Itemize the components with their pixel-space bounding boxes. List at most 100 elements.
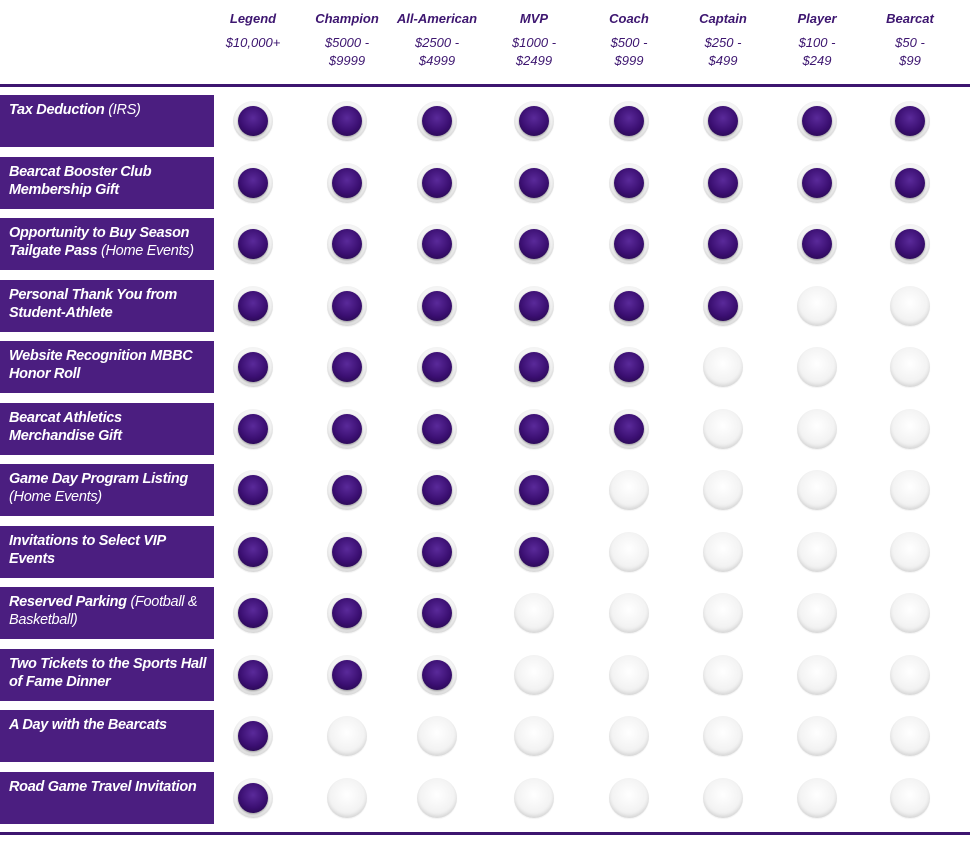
filled-dot-icon [238,598,268,628]
tier-price-range: $50 - $99 [895,35,925,68]
not-included-dot-icon [890,531,930,572]
included-dot-icon [233,285,273,326]
filled-dot-icon [519,106,549,136]
included-dot-icon [417,654,457,695]
included-dot-icon [609,408,649,449]
filled-dot-icon [895,167,925,198]
benefit-row: Tax Deduction (IRS) [0,95,970,147]
included-dot-icon [233,654,273,695]
not-included-dot-icon [609,531,649,572]
not-included-dot-icon [703,716,743,756]
filled-dot-icon [422,167,452,198]
filled-dot-icon [332,229,362,259]
filled-dot-icon [519,413,549,444]
included-dot-icon [327,408,367,449]
benefit-row: Invitations to Select VIP Events [0,525,970,578]
included-dot-icon [514,224,554,264]
filled-dot-icon [422,229,452,259]
benefit-row: Bearcat Booster Club Membership Gift [0,156,970,209]
benefit-label: Game Day Program Listing (Home Events) [0,464,214,516]
included-dot-icon [609,101,649,141]
included-dot-icon [327,285,367,326]
filled-dot-icon [238,352,268,382]
filled-dot-icon [614,106,644,136]
filled-dot-icon [332,598,362,628]
not-included-dot-icon [890,654,930,695]
not-included-dot-icon [797,777,837,818]
filled-dot-icon [238,290,268,321]
benefit-row: Road Game Travel Invitation [0,771,970,824]
filled-dot-icon [238,536,268,567]
filled-dot-icon [332,413,362,444]
filled-dot-icon [519,229,549,259]
benefit-title: Bearcat Booster Club Membership Gift [9,163,152,198]
not-included-dot-icon [609,470,649,510]
tier-column-header: Champion $5000 - $9999 [297,10,397,70]
benefit-title: Game Day Program Listing [9,471,188,487]
included-dot-icon [703,285,743,326]
filled-dot-icon [614,229,644,259]
not-included-dot-icon [609,777,649,818]
included-dot-icon [233,162,273,203]
benefit-title: Road Game Travel Invitation [9,778,197,795]
filled-dot-icon [238,659,268,690]
not-included-dot-icon [703,408,743,449]
not-included-dot-icon [327,716,367,756]
tier-name: Legend [229,11,277,26]
benefit-note: (IRS) [108,102,141,118]
included-dot-icon [890,162,930,203]
not-included-dot-icon [327,777,367,818]
benefit-row: Bearcat Athletics Merchandise Gift [0,402,970,455]
tier-name: Captain [699,11,747,26]
included-dot-icon [233,777,273,818]
benefit-label: A Day with the Bearcats [0,710,214,762]
filled-dot-icon [238,475,268,505]
included-dot-icon [327,470,367,510]
not-included-dot-icon [703,777,743,818]
benefit-title: Personal Thank You from Student-Athlete [9,286,177,321]
included-dot-icon [233,101,273,141]
filled-dot-icon [708,106,738,136]
not-included-dot-icon [797,408,837,449]
tier-price-range: $10,000+ [225,35,281,50]
filled-dot-icon [422,106,452,136]
included-dot-icon [233,224,273,264]
filled-dot-icon [238,721,268,751]
included-dot-icon [233,408,273,449]
benefit-label: Personal Thank You from Student-Athlete [0,279,214,332]
not-included-dot-icon [703,654,743,695]
filled-dot-icon [238,229,268,259]
included-dot-icon [609,162,649,203]
benefit-label: Bearcat Athletics Merchandise Gift [0,402,214,455]
filled-dot-icon [802,167,832,198]
benefit-row: Two Tickets to the Sports Hall of Fame D… [0,648,970,701]
filled-dot-icon [895,229,925,259]
benefit-row: Opportunity to Buy Season Tailgate Pass … [0,218,970,270]
filled-dot-icon [614,167,644,198]
benefit-label: Invitations to Select VIP Events [0,525,214,578]
filled-dot-icon [802,106,832,136]
benefit-label: Tax Deduction (IRS) [0,95,214,147]
tier-price-range: $5000 - $9999 [324,35,370,68]
benefit-title: Tax Deduction [9,102,105,118]
tier-column-header: Captain $250 - $499 [673,10,773,70]
included-dot-icon [703,224,743,264]
filled-dot-icon [332,352,362,382]
filled-dot-icon [238,167,268,198]
benefit-title: Website Recognition MBBC Honor Roll [9,348,193,382]
not-included-dot-icon [703,470,743,510]
filled-dot-icon [614,290,644,321]
included-dot-icon [417,347,457,387]
included-dot-icon [797,224,837,264]
benefit-row: A Day with the Bearcats [0,710,970,762]
included-dot-icon [703,101,743,141]
tier-price-range: $2500 - $4999 [414,35,460,68]
filled-dot-icon [422,413,452,444]
tier-price-range: $250 - $499 [704,35,742,68]
included-dot-icon [417,531,457,572]
benefit-label: Website Recognition MBBC Honor Roll [0,341,214,393]
benefit-title: Bearcat Athletics Merchandise Gift [9,409,122,444]
filled-dot-icon [238,782,268,813]
filled-dot-icon [519,290,549,321]
included-dot-icon [890,101,930,141]
